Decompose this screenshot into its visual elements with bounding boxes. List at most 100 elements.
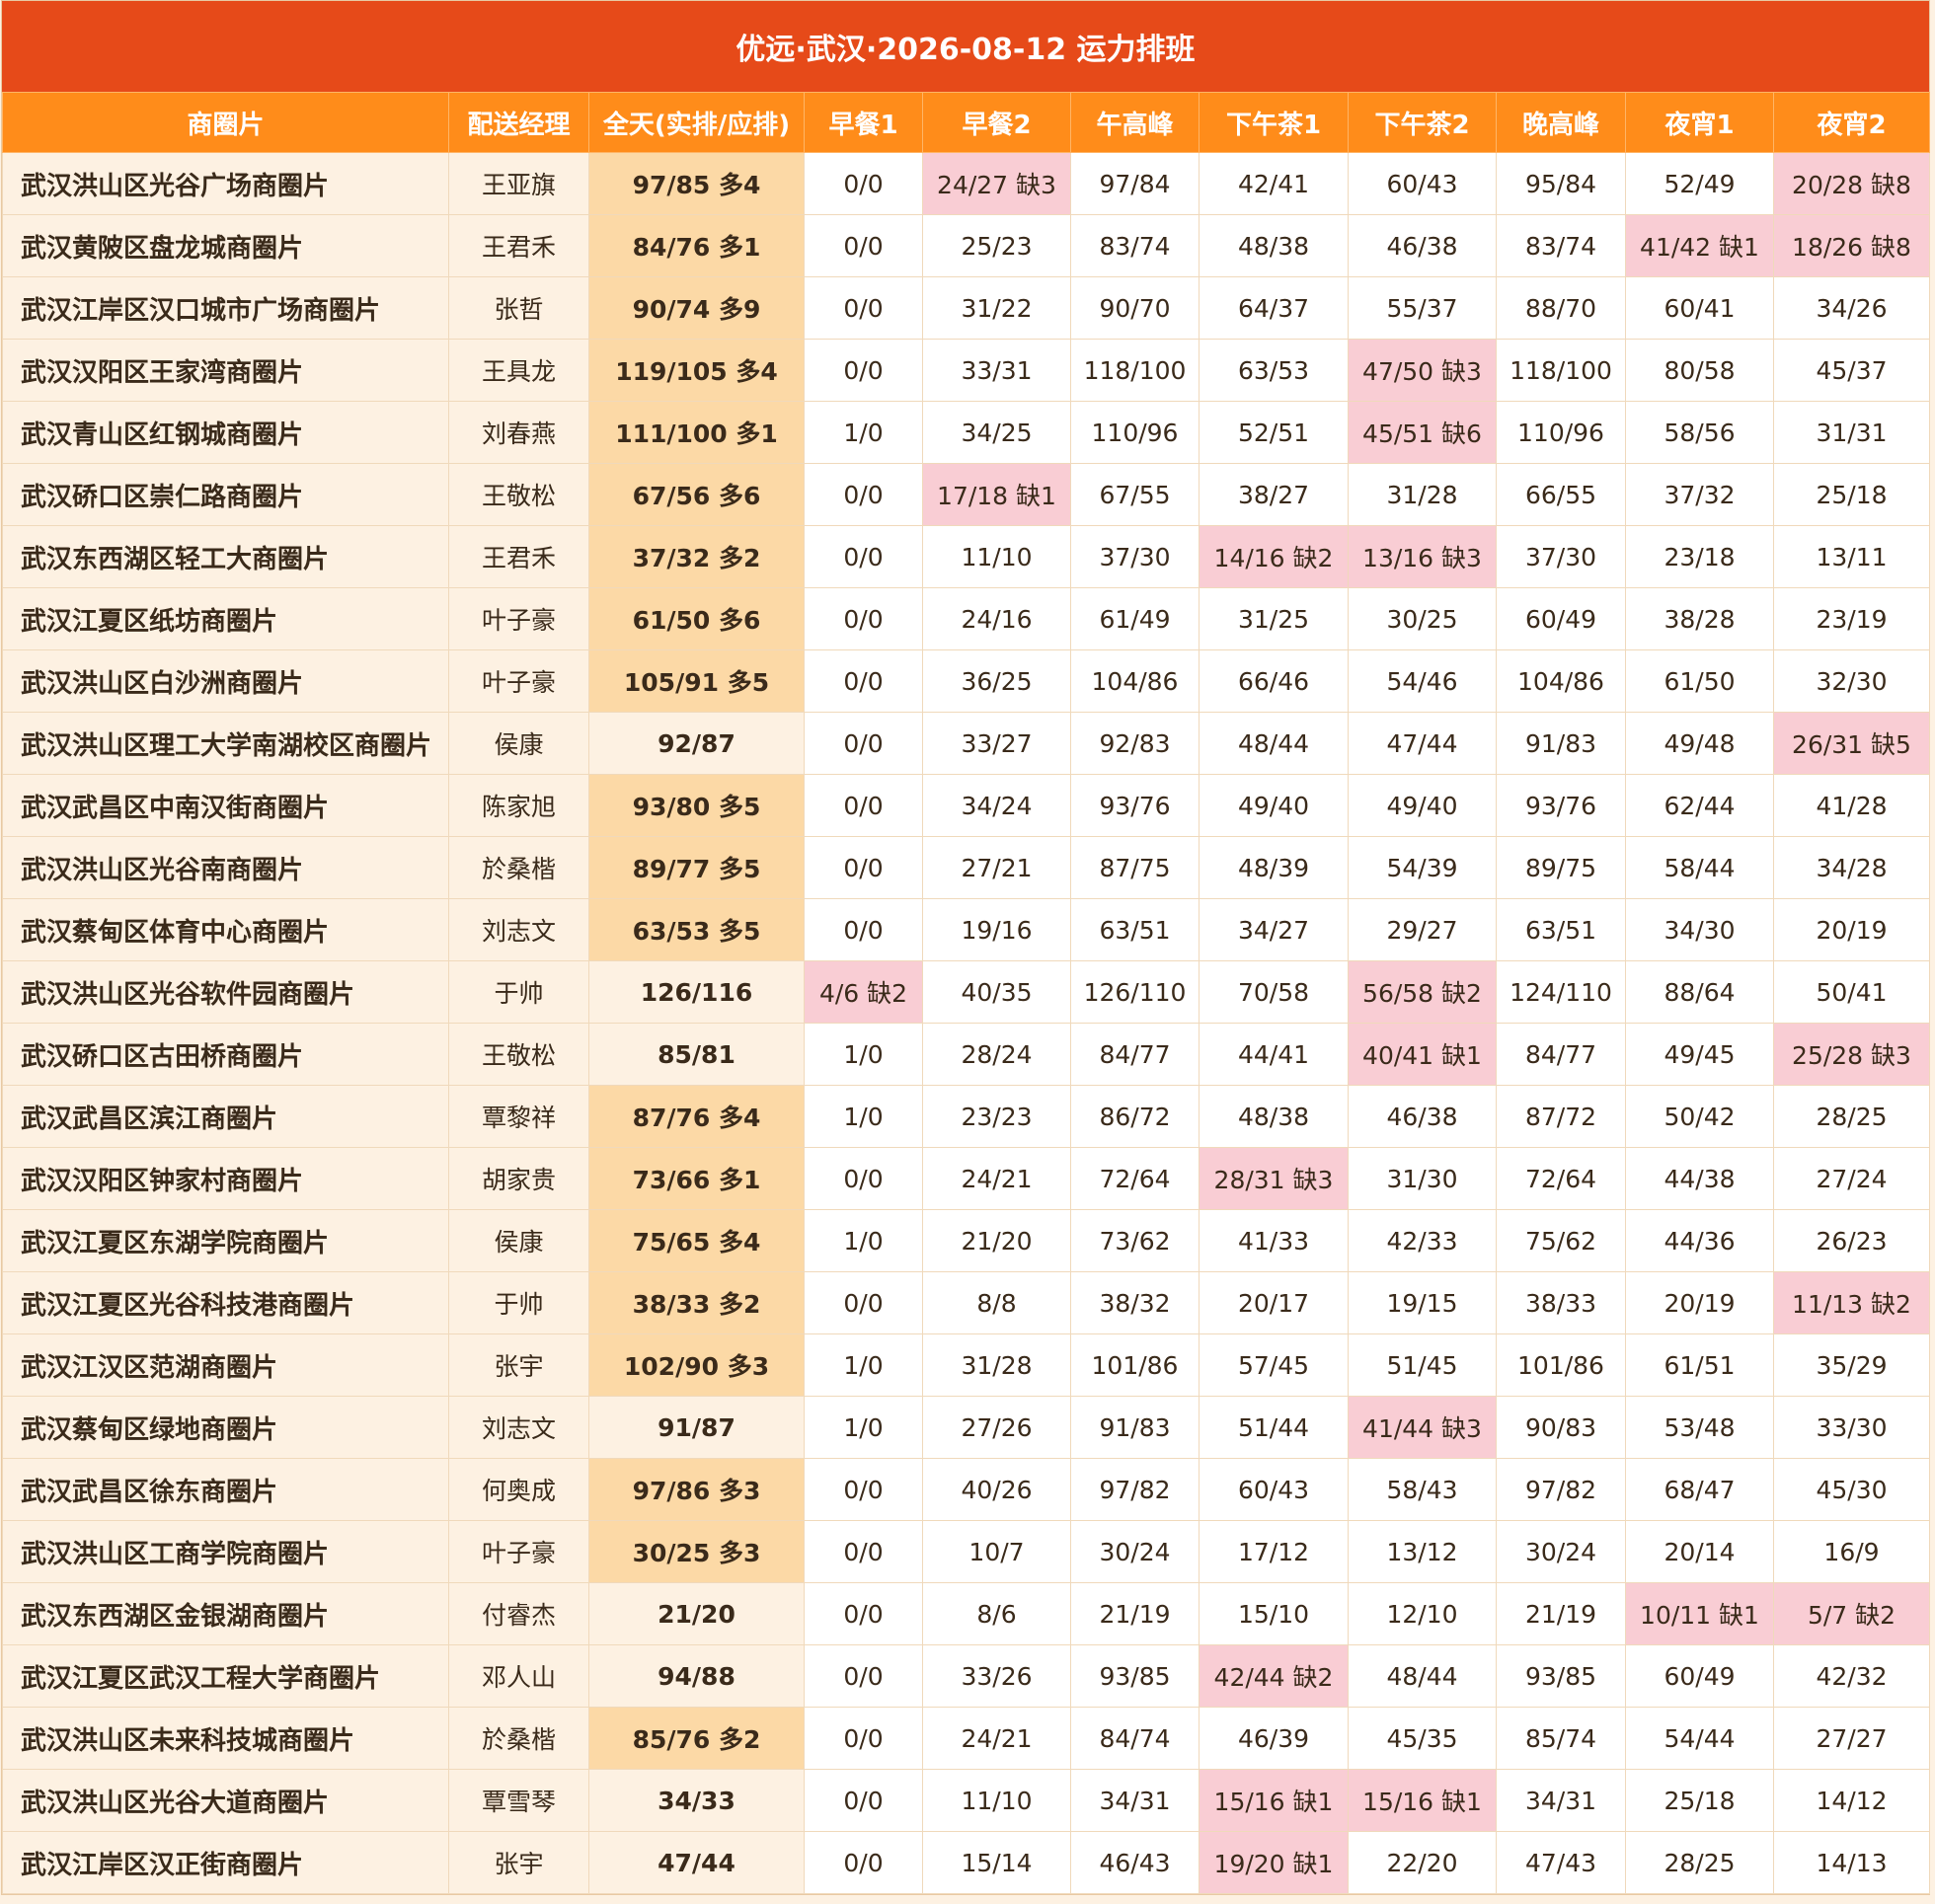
table-row[interactable]: 武汉江夏区纸坊商圈片 叶子豪 61/50 多6 0/0 24/16 61/49 31/25 3… [2, 587, 1930, 650]
zone-cell: 武汉江夏区武汉工程大学商圈片 [2, 1644, 449, 1708]
slot-cell-afternoon-tea1: 15/16 缺1 [1199, 1769, 1349, 1832]
slot-cell-late-night2: 20/19 [1773, 898, 1930, 961]
column-header-manager[interactable]: 配送经理 [448, 92, 589, 153]
slot-cell-breakfast1: 0/0 [804, 774, 923, 837]
slot-cell-late-night2: 23/19 [1773, 587, 1930, 650]
total-cell: 63/53 多5 [588, 898, 805, 961]
table-row[interactable]: 武汉蔡甸区体育中心商圈片 刘志文 63/53 多5 0/0 19/16 63/51 34/2… [2, 898, 1930, 961]
column-header-dinner-peak[interactable]: 晚高峰 [1496, 92, 1626, 153]
zone-cell: 武汉江夏区东湖学院商圈片 [2, 1209, 449, 1272]
total-cell: 102/90 多3 [588, 1333, 805, 1397]
table-row[interactable]: 武汉江夏区东湖学院商圈片 侯康 75/65 多4 1/0 21/20 73/62 41/33… [2, 1209, 1930, 1272]
slot-cell-dinner-peak: 89/75 [1496, 836, 1626, 899]
table-row[interactable]: 武汉武昌区徐东商圈片 何奥成 97/86 多3 0/0 40/26 97/82 60/43 5… [2, 1458, 1930, 1521]
column-header-breakfast2[interactable]: 早餐2 [922, 92, 1071, 153]
slot-cell-late-night1: 88/64 [1625, 960, 1774, 1024]
slot-cell-late-night1: 38/28 [1625, 587, 1774, 650]
table-row[interactable]: 武汉汉阳区钟家村商圈片 胡家贵 73/66 多1 0/0 24/21 72/64 28/31… [2, 1147, 1930, 1210]
table-row[interactable]: 武汉洪山区光谷广场商圈片 王亚旗 97/85 多4 0/0 24/27 缺3 97/84 4… [2, 152, 1930, 215]
slot-cell-breakfast2: 27/26 [922, 1396, 1071, 1459]
slot-cell-dinner-peak: 66/55 [1496, 463, 1626, 526]
manager-cell: 王敬松 [448, 463, 589, 526]
column-header-breakfast1[interactable]: 早餐1 [804, 92, 923, 153]
zone-cell: 武汉汉阳区王家湾商圈片 [2, 339, 449, 402]
total-cell: 119/105 多4 [588, 339, 805, 402]
table-row[interactable]: 武汉洪山区光谷南商圈片 於桑楷 89/77 多5 0/0 27/21 87/75 48/39… [2, 836, 1930, 899]
zone-cell: 武汉江夏区纸坊商圈片 [2, 587, 449, 650]
table-row[interactable]: 武汉蔡甸区绿地商圈片 刘志文 91/87 1/0 27/26 91/83 51/44 41/4… [2, 1396, 1930, 1459]
slot-cell-late-night1: 61/50 [1625, 649, 1774, 713]
table-row[interactable]: 武汉黄陂区盘龙城商圈片 王君禾 84/76 多1 0/0 25/23 83/74 48/38… [2, 214, 1930, 277]
slot-cell-late-night1: 52/49 [1625, 152, 1774, 215]
slot-cell-afternoon-tea1: 34/27 [1199, 898, 1349, 961]
slot-cell-breakfast2: 24/21 [922, 1147, 1071, 1210]
slot-cell-breakfast1: 0/0 [804, 1769, 923, 1832]
table-row[interactable]: 武汉武昌区中南汉街商圈片 陈家旭 93/80 多5 0/0 34/24 93/76 49/4… [2, 774, 1930, 837]
slot-cell-afternoon-tea1: 66/46 [1199, 649, 1349, 713]
slot-cell-afternoon-tea1: 57/45 [1199, 1333, 1349, 1397]
slot-cell-afternoon-tea1: 14/16 缺2 [1199, 525, 1349, 588]
table-row[interactable]: 武汉洪山区理工大学南湖校区商圈片 侯康 92/87 0/0 33/27 92/83 48/4… [2, 712, 1930, 775]
slot-cell-lunch-peak: 97/82 [1070, 1458, 1200, 1521]
zone-cell: 武汉青山区红钢城商圈片 [2, 401, 449, 464]
slot-cell-late-night1: 61/51 [1625, 1333, 1774, 1397]
column-header-afternoon-tea1[interactable]: 下午茶1 [1199, 92, 1349, 153]
table-row[interactable]: 武汉江汉区范湖商圈片 张宇 102/90 多3 1/0 31/28 101/86 57/45… [2, 1333, 1930, 1397]
slot-cell-dinner-peak: 47/43 [1496, 1831, 1626, 1894]
slot-cell-dinner-peak: 84/77 [1496, 1023, 1626, 1086]
manager-cell: 叶子豪 [448, 587, 589, 650]
slot-cell-late-night2: 25/18 [1773, 463, 1930, 526]
slot-cell-breakfast2: 25/23 [922, 214, 1071, 277]
table-row[interactable]: 武汉洪山区未来科技城商圈片 於桑楷 85/76 多2 0/0 24/21 84/74 46/… [2, 1707, 1930, 1770]
slot-cell-dinner-peak: 90/83 [1496, 1396, 1626, 1459]
table-row[interactable]: 武汉江夏区武汉工程大学商圈片 邓人山 94/88 0/0 33/26 93/85 42/44… [2, 1644, 1930, 1708]
slot-cell-breakfast1: 0/0 [804, 214, 923, 277]
total-cell: 30/25 多3 [588, 1520, 805, 1583]
slot-cell-lunch-peak: 118/100 [1070, 339, 1200, 402]
table-row[interactable]: 武汉汉阳区王家湾商圈片 王具龙 119/105 多4 0/0 33/31 118/100 6… [2, 339, 1930, 402]
table-row[interactable]: 武汉硚口区崇仁路商圈片 王敬松 67/56 多6 0/0 17/18 缺1 67/55 38… [2, 463, 1930, 526]
column-header-afternoon-tea2[interactable]: 下午茶2 [1348, 92, 1497, 153]
table-row[interactable]: 武汉洪山区光谷软件园商圈片 于帅 126/116 4/6 缺2 40/35 126/110… [2, 960, 1930, 1024]
slot-cell-afternoon-tea2: 51/45 [1348, 1333, 1497, 1397]
column-header-total[interactable]: 全天(实排/应排) [588, 92, 805, 153]
table-row[interactable]: 武汉江夏区光谷科技港商圈片 于帅 38/33 多2 0/0 8/8 38/32 20/17 1… [2, 1271, 1930, 1334]
table-row[interactable]: 武汉硚口区古田桥商圈片 王敬松 85/81 1/0 28/24 84/77 44/41 40/… [2, 1023, 1930, 1086]
table-row[interactable]: 武汉江岸区汉口城市广场商圈片 张哲 90/74 多9 0/0 31/22 90/70 64/… [2, 276, 1930, 340]
manager-cell: 王敬松 [448, 1023, 589, 1086]
slot-cell-late-night1: 25/18 [1625, 1769, 1774, 1832]
table-row[interactable]: 武汉江岸区汉正街商圈片 张宇 47/44 0/0 15/14 46/43 19/20 缺1 2… [2, 1831, 1930, 1894]
zone-cell: 武汉洪山区理工大学南湖校区商圈片 [2, 712, 449, 775]
slot-cell-afternoon-tea1: 49/40 [1199, 774, 1349, 837]
table-row[interactable]: 武汉东西湖区金银湖商圈片 付睿杰 21/20 0/0 8/6 21/19 15/10 12/1… [2, 1582, 1930, 1645]
table-row[interactable]: 武汉洪山区光谷大道商圈片 覃雪琴 34/33 0/0 11/10 34/31 15/16 缺… [2, 1769, 1930, 1832]
slot-cell-lunch-peak: 92/83 [1070, 712, 1200, 775]
header-row: 商圈片 配送经理 全天(实排/应排) 早餐1 早餐2 午高峰 下午茶1 下午茶2… [2, 92, 1930, 153]
slot-cell-breakfast2: 8/6 [922, 1582, 1071, 1645]
table-row[interactable]: 武汉洪山区工商学院商圈片 叶子豪 30/25 多3 0/0 10/7 30/24 17/12… [2, 1520, 1930, 1583]
slot-cell-lunch-peak: 87/75 [1070, 836, 1200, 899]
table-row[interactable]: 武汉青山区红钢城商圈片 刘春燕 111/100 多1 1/0 34/25 110/96 52… [2, 401, 1930, 464]
slot-cell-afternoon-tea1: 20/17 [1199, 1271, 1349, 1334]
column-header-late-night2[interactable]: 夜宵2 [1773, 92, 1930, 153]
table-row[interactable]: 武汉武昌区滨江商圈片 覃黎祥 87/76 多4 1/0 23/23 86/72 48/38 4… [2, 1085, 1930, 1148]
zone-cell: 武汉硚口区崇仁路商圈片 [2, 463, 449, 526]
slot-cell-afternoon-tea2: 46/38 [1348, 214, 1497, 277]
slot-cell-late-night1: 54/44 [1625, 1707, 1774, 1770]
slot-cell-breakfast2: 24/16 [922, 587, 1071, 650]
slot-cell-breakfast1: 0/0 [804, 1458, 923, 1521]
slot-cell-afternoon-tea2: 54/46 [1348, 649, 1497, 713]
table-row[interactable]: 武汉东西湖区轻工大商圈片 王君禾 37/32 多2 0/0 11/10 37/30 14/1… [2, 525, 1930, 588]
column-header-lunch-peak[interactable]: 午高峰 [1070, 92, 1200, 153]
manager-cell: 叶子豪 [448, 1520, 589, 1583]
slot-cell-breakfast1: 1/0 [804, 1085, 923, 1148]
table-row[interactable]: 武汉洪山区白沙洲商圈片 叶子豪 105/91 多5 0/0 36/25 104/86 66/… [2, 649, 1930, 713]
slot-cell-afternoon-tea1: 60/43 [1199, 1458, 1349, 1521]
slot-cell-late-night2: 20/28 缺8 [1773, 152, 1930, 215]
slot-cell-late-night1: 44/38 [1625, 1147, 1774, 1210]
manager-cell: 刘春燕 [448, 401, 589, 464]
column-header-zone[interactable]: 商圈片 [2, 92, 449, 153]
column-header-late-night1[interactable]: 夜宵1 [1625, 92, 1774, 153]
slot-cell-breakfast1: 1/0 [804, 1023, 923, 1086]
slot-cell-late-night2: 27/27 [1773, 1707, 1930, 1770]
